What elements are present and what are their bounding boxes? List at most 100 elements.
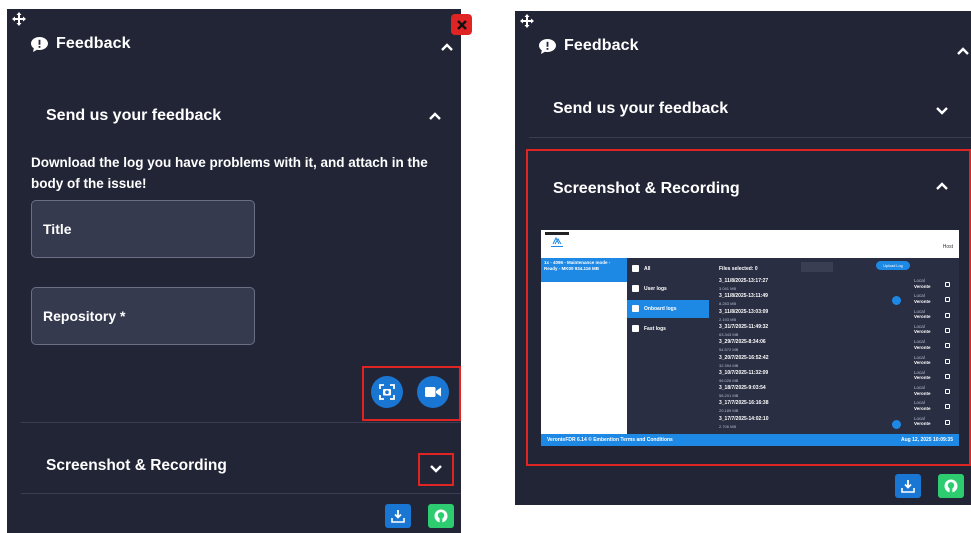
file-checkbox: [945, 312, 950, 318]
file-size: 54.572 MB: [719, 347, 739, 353]
file-size: 96.026 MB: [719, 377, 739, 383]
send-feedback-section-title[interactable]: Send us your feedback: [553, 100, 728, 118]
github-icon: [944, 479, 958, 493]
file-name: 3_17/7/2025-16:16:38: [719, 400, 769, 407]
file-name: 3_17/7/2025-14:02:10: [719, 415, 769, 422]
download-button[interactable]: [385, 504, 411, 528]
video-camera-icon: [425, 387, 441, 397]
preview-toolbar: [801, 262, 833, 272]
close-icon: [456, 19, 467, 30]
file-name: 3_31/7/2025-11:49:32: [719, 323, 769, 330]
files-selected-label: Files selected: 0: [719, 266, 758, 272]
file-name: 3_11/8/2025-13:11:49: [719, 293, 768, 300]
chevron-down-icon[interactable]: [428, 461, 444, 477]
file-size: 2.193 MB: [719, 316, 737, 322]
chevron-up-icon[interactable]: [955, 43, 971, 59]
screenshot-recording-section-title[interactable]: Screenshot & Recording: [553, 180, 740, 198]
captured-screenshot-preview[interactable]: Host 1x - 4096 - Maintenance mode - Read…: [541, 230, 959, 446]
file-checkbox: [945, 343, 950, 349]
chevron-up-icon[interactable]: [934, 178, 950, 194]
close-button[interactable]: [451, 14, 472, 35]
preview-footer: VeronteFDR 6.14 © Embention Terms and Co…: [541, 434, 959, 446]
preview-file-list: Files selected: 0 Upload Log 3_11/8/2025…: [709, 258, 959, 434]
move-icon[interactable]: [12, 12, 26, 26]
move-icon[interactable]: [520, 14, 534, 28]
onboard-icon: [632, 305, 639, 312]
preview-file-row: 3_20/7/2025-16:52:42 32.394 MB Local Veront…: [719, 355, 955, 371]
section-divider: [21, 493, 461, 494]
panel-title: Feedback: [56, 35, 131, 52]
app-logo-icon: [545, 232, 569, 247]
file-status: Local Veronte: [914, 385, 931, 396]
section-divider: [529, 137, 971, 138]
preview-footer-left: VeronteFDR 6.14 © Embention Terms and Co…: [547, 437, 673, 443]
title-field[interactable]: [31, 200, 255, 258]
preview-nav-item: Onboard logs: [627, 300, 709, 318]
file-checkbox: [945, 327, 950, 333]
panel-header: Feedback: [31, 35, 131, 53]
preview-file-row: 3_29/7/2025-8:34:06 54.572 MB Local Veronte: [719, 339, 955, 355]
file-size: 58.201 MB: [719, 393, 739, 399]
repository-input[interactable]: [32, 288, 254, 344]
file-size: 63.343 MB: [719, 331, 739, 337]
preview-topbar: Host: [541, 230, 959, 258]
file-status: Local Veronte: [914, 339, 931, 350]
file-checkbox: [945, 419, 950, 425]
screenshot-button[interactable]: [371, 376, 403, 408]
repository-field[interactable]: [31, 287, 255, 345]
file-name: 3_20/7/2025-16:52:42: [719, 354, 769, 361]
chevron-up-icon[interactable]: [439, 39, 455, 55]
preview-device-column: 1x - 4096 - Maintenance mode - Ready - M…: [541, 258, 627, 434]
chevron-up-icon[interactable]: [427, 108, 443, 124]
file-size: 8.283 MB: [719, 301, 737, 307]
download-icon: [391, 510, 405, 523]
host-label: Host: [942, 244, 953, 250]
github-button[interactable]: [938, 474, 964, 498]
panel-title: Feedback: [564, 37, 639, 54]
fast-icon: [632, 325, 639, 332]
screenshot-icon: [379, 384, 395, 400]
send-feedback-section-title[interactable]: Send us your feedback: [46, 107, 221, 125]
file-name: 3_11/8/2025-13:17:27: [719, 278, 769, 284]
preview-nav: All User logs Onboard logs Fast logs: [627, 258, 709, 434]
feedback-bubble-icon: [31, 36, 48, 52]
preview-nav-item: All: [627, 260, 709, 278]
file-checkbox: [945, 373, 950, 379]
file-status: Local Veronte: [914, 323, 931, 335]
file-status: Local Veronte: [914, 415, 931, 427]
upload-log-button: Upload Log: [876, 261, 910, 270]
file-status: Local Veronte: [914, 308, 931, 320]
preview-footer-right: Aug 12, 2025 10:09:35: [901, 437, 953, 443]
screenshot-recording-section-title[interactable]: Screenshot & Recording: [46, 457, 227, 475]
download-icon: [901, 480, 915, 493]
preview-round-button: [892, 296, 901, 305]
file-size: 3.041 MB: [719, 286, 737, 291]
preview-nav-item: User logs: [627, 280, 709, 298]
list-icon: [632, 265, 639, 272]
preview-file-row: 3_17/7/2025-16:16:38 20.189 MB Local Veront…: [719, 400, 955, 416]
file-status: Local Veronte: [914, 278, 931, 289]
file-size: 20.189 MB: [719, 408, 739, 414]
file-name: 3_29/7/2025-8:34:06: [719, 339, 766, 346]
file-checkbox: [945, 297, 950, 303]
file-status: Local Veronte: [914, 354, 931, 366]
file-checkbox: [945, 389, 950, 395]
preview-file-row: 3_11/8/2025-13:03:09 2.193 MB Local Veronte: [719, 309, 955, 325]
title-input[interactable]: [32, 201, 254, 257]
preview-file-row: 3_17/7/2025-14:02:10 2.706 MB Local Veronte: [719, 416, 955, 432]
file-status: Local Veronte: [914, 369, 931, 381]
chevron-down-icon[interactable]: [934, 103, 950, 119]
record-video-button[interactable]: [417, 376, 449, 408]
file-checkbox: [945, 404, 950, 410]
file-name: 3_10/7/2025-11:32:09: [719, 369, 769, 376]
download-button[interactable]: [895, 474, 921, 498]
file-size: 2.706 MB: [719, 423, 737, 429]
github-icon: [434, 509, 448, 523]
user-icon: [632, 285, 639, 292]
preview-nav-item: Fast logs: [627, 320, 709, 338]
file-name: 3_18/7/2025-9:03:54: [719, 385, 766, 392]
feedback-description: Download the log you have problems with …: [31, 155, 428, 191]
preview-file-row: 3_18/7/2025-9:03:54 58.201 MB Local Veronte: [719, 385, 955, 401]
panel-header: Feedback: [539, 37, 639, 55]
github-button[interactable]: [428, 504, 454, 528]
